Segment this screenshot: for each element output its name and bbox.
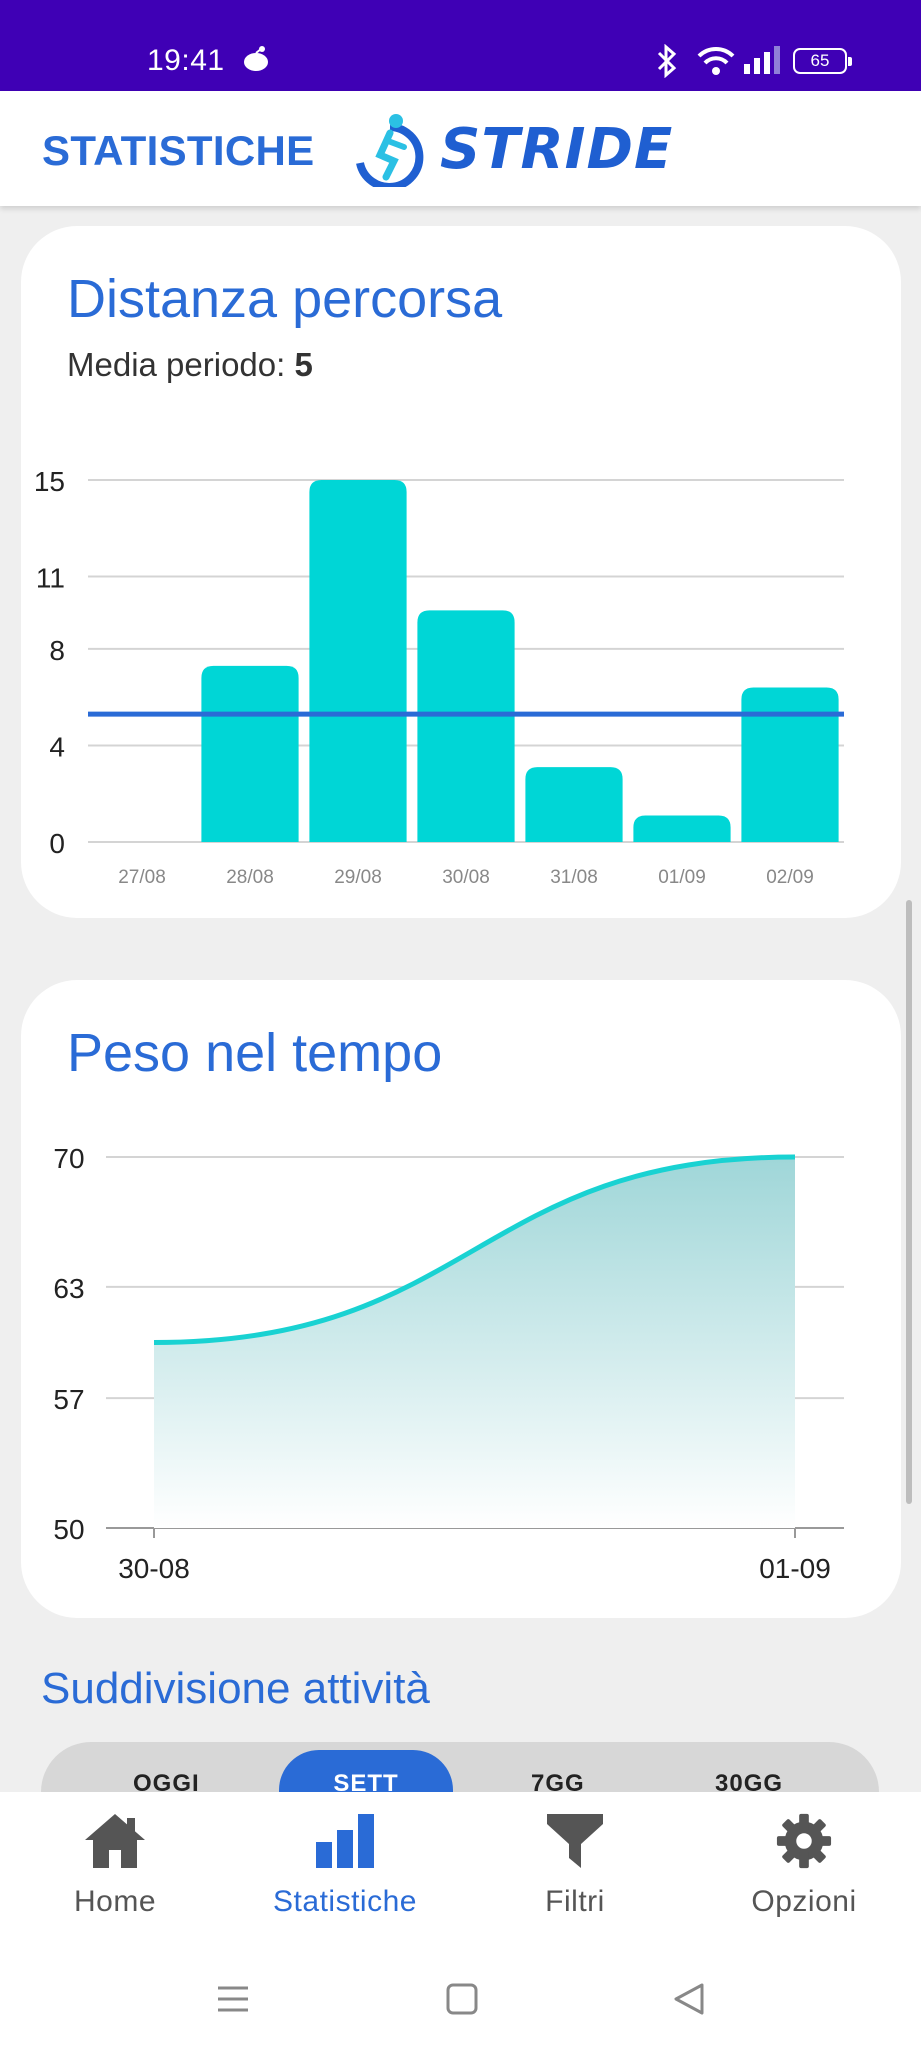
distance-bar-chart: 0 4 8 11 15 27/08 28/08 29/08 30/08 31/08 01/09 02/…	[34, 466, 844, 888]
y-tick-label: 11	[36, 563, 65, 594]
y-tick-label: 8	[49, 635, 65, 666]
bar	[201, 665, 299, 842]
runner-logo-icon	[350, 111, 430, 192]
bar	[417, 610, 515, 842]
bar-chart-icon	[314, 1814, 376, 1874]
app-header: STATISTICHE STRIDE	[0, 91, 921, 206]
bar	[741, 687, 839, 842]
y-tick-label: 0	[49, 828, 65, 859]
nav-filtri[interactable]: Filtri	[485, 1812, 665, 1919]
weight-area-chart: 50 57 63 70 30-08 01-09	[53, 1143, 844, 1584]
y-tick-label: 4	[49, 731, 65, 762]
signal-icon	[742, 46, 782, 79]
nav-filtri-label: Filtri	[545, 1885, 605, 1918]
y-tick-label: 70	[53, 1143, 84, 1174]
bottom-navigation: Home Statistiche Filtri Opzioni	[0, 1792, 921, 2048]
gear-icon	[774, 1813, 834, 1874]
page-title: STATISTICHE	[42, 127, 315, 174]
y-tick-label: 15	[34, 466, 65, 497]
logo-wordmark: STRIDE	[440, 117, 674, 182]
x-tick-label: 01-09	[759, 1553, 831, 1584]
status-bar: 19:41 65	[0, 0, 921, 91]
nav-opzioni[interactable]: Opzioni	[714, 1812, 894, 1919]
notification-icon	[240, 44, 272, 79]
x-tick-label: 30/08	[442, 867, 490, 888]
bluetooth-icon	[656, 43, 678, 83]
bar	[525, 767, 623, 842]
weight-card: Peso nel tempo 50 57 63 70 30-08 01-09	[21, 980, 901, 1618]
nav-opzioni-label: Opzioni	[751, 1885, 857, 1918]
bar	[633, 815, 731, 842]
battery-indicator: 65	[793, 48, 852, 74]
y-tick-label: 63	[53, 1273, 84, 1304]
y-tick-label: 57	[53, 1384, 84, 1415]
system-back-icon[interactable]	[672, 1982, 706, 2021]
system-home-icon[interactable]	[446, 1982, 478, 2021]
distance-card: Distanza percorsa Media periodo: 5 0 4 8 11…	[21, 226, 901, 918]
nav-statistiche-label: Statistiche	[273, 1885, 417, 1918]
x-tick-label: 01/09	[658, 867, 706, 888]
x-tick-label: 30-08	[118, 1553, 190, 1584]
y-tick-label: 50	[53, 1514, 84, 1545]
filter-icon	[545, 1814, 605, 1874]
x-tick-label: 29/08	[334, 867, 382, 888]
system-menu-icon[interactable]	[216, 1982, 250, 2021]
x-tick-label: 28/08	[226, 867, 274, 888]
x-tick-label: 31/08	[550, 867, 598, 888]
home-icon	[83, 1814, 147, 1874]
bar	[309, 480, 407, 842]
x-tick-label: 27/08	[118, 867, 166, 888]
wifi-icon	[697, 46, 735, 81]
nav-home[interactable]: Home	[25, 1812, 205, 1919]
area-fill	[154, 1157, 795, 1528]
x-tick-label: 02/09	[766, 867, 814, 888]
status-time: 19:41	[147, 44, 225, 77]
nav-statistiche[interactable]: Statistiche	[255, 1812, 435, 1919]
scrollbar[interactable]	[906, 900, 912, 1504]
activity-section-title: Suddivisione attività	[41, 1664, 430, 1713]
nav-home-label: Home	[73, 1885, 157, 1918]
